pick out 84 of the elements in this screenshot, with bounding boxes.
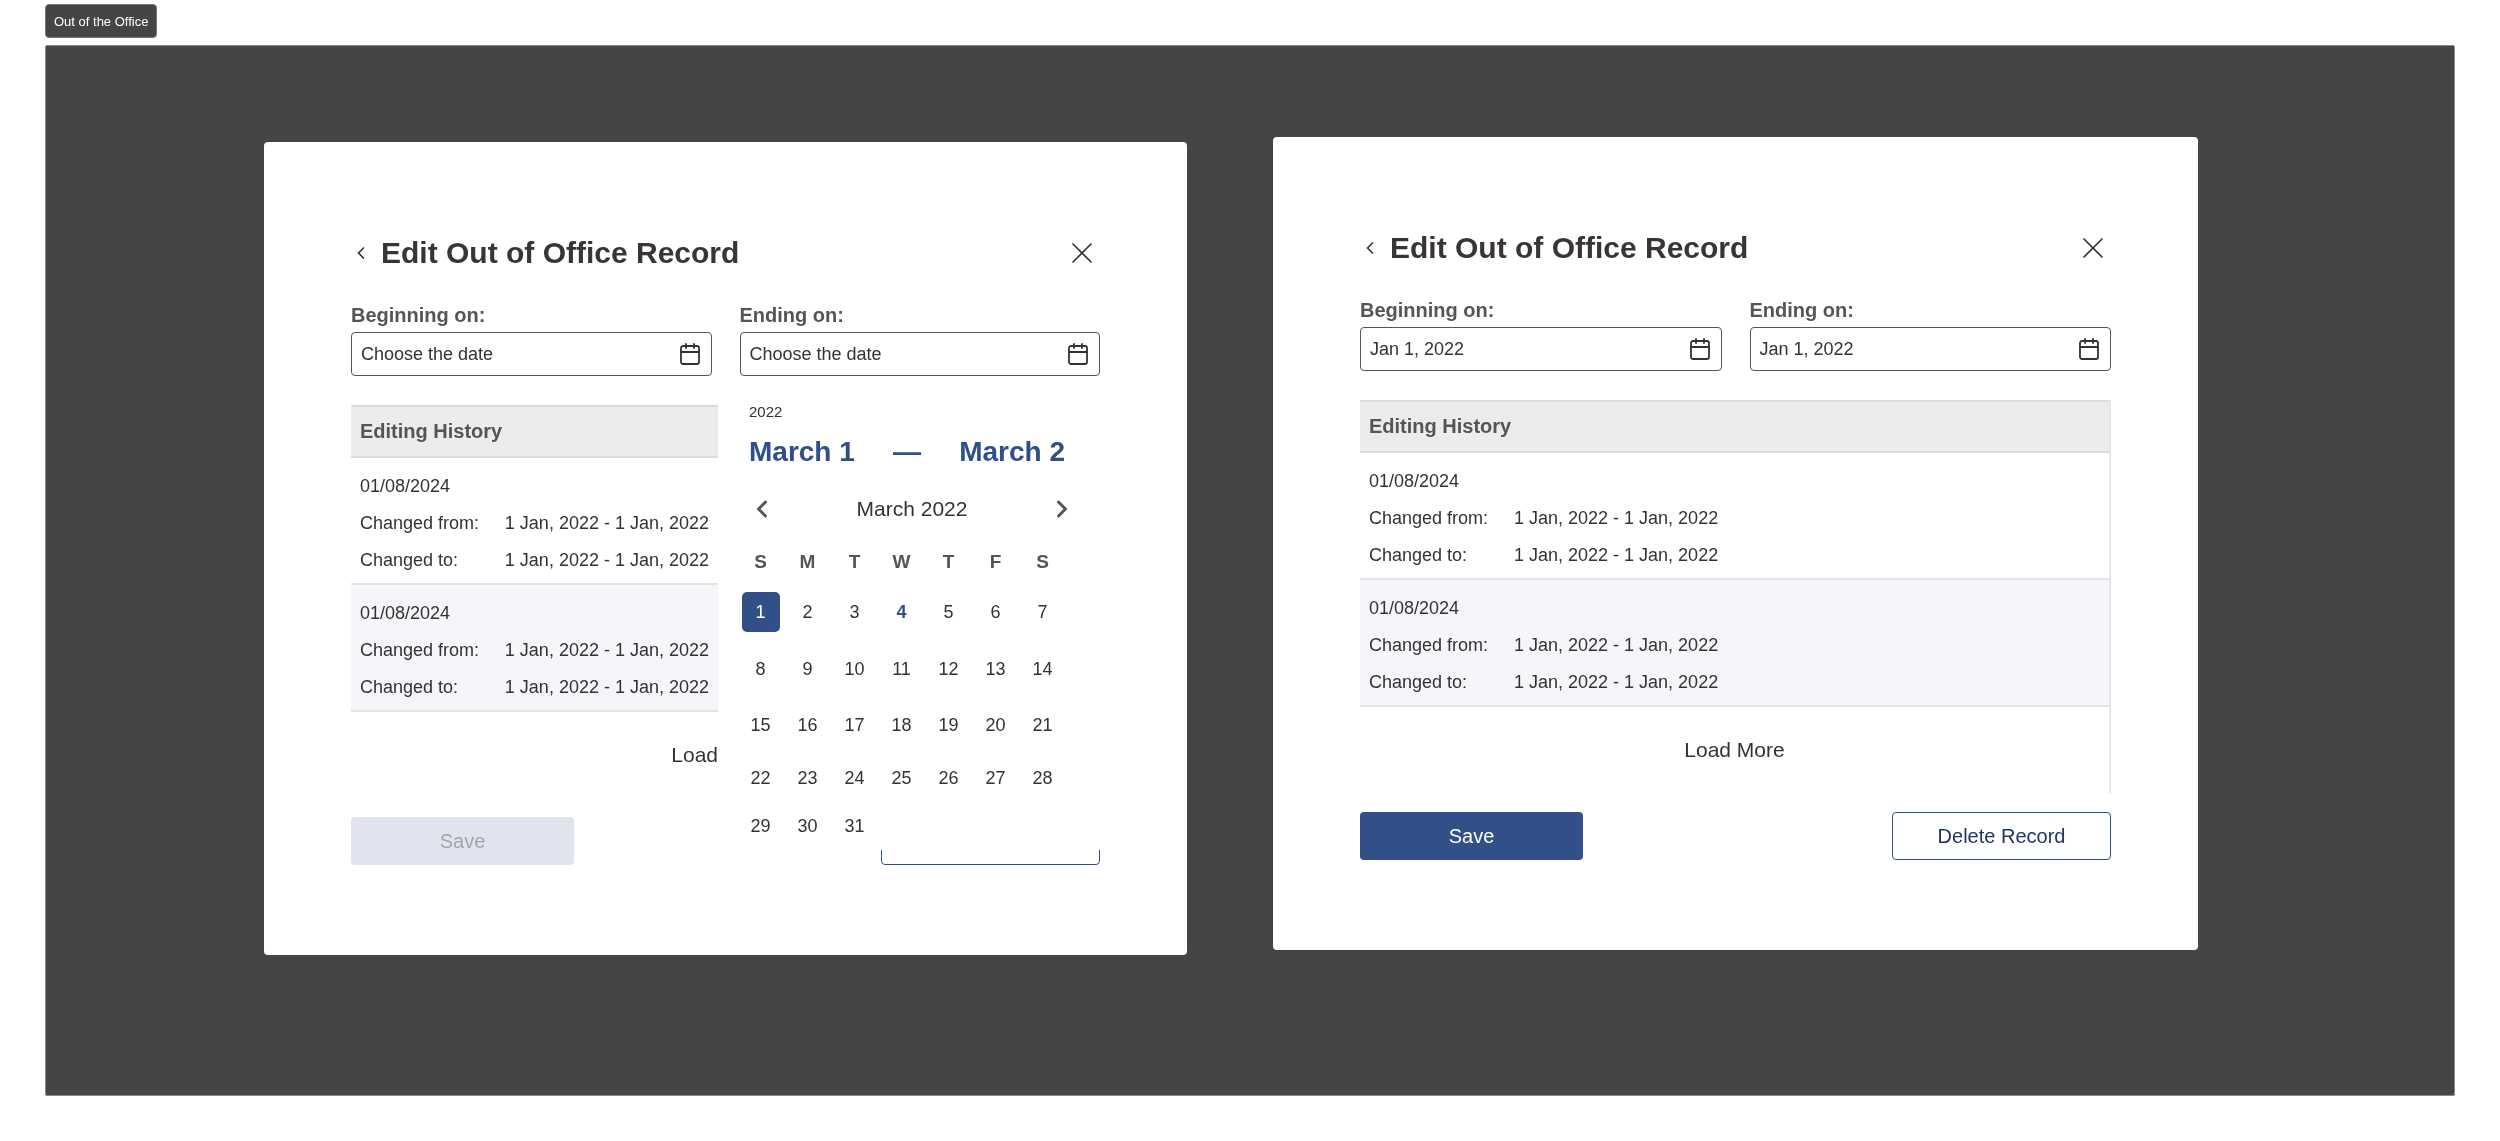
- weekday-label: S: [1035, 550, 1050, 574]
- date-field[interactable]: Jan 1, 2022: [1749, 327, 2111, 371]
- entry-date: 01/08/2024: [360, 476, 452, 497]
- calendar-day[interactable]: 17: [835, 705, 874, 745]
- page-tag: Out of the Office: [45, 4, 158, 38]
- load-more-button[interactable]: Load More: [1684, 738, 1785, 762]
- dialog-title: Edit Out of Office Record: [381, 236, 740, 270]
- calendar-day[interactable]: 10: [835, 649, 874, 689]
- change-value: 1 Jan, 2022 - 1 Jan, 2022: [1514, 545, 1719, 566]
- weekday-label: F: [988, 550, 1003, 574]
- calendar-day[interactable]: 30: [788, 806, 827, 846]
- calendar-day[interactable]: 6: [976, 592, 1015, 632]
- calendar-day[interactable]: 20: [976, 705, 1015, 745]
- delete-button[interactable]: Delete Record: [1892, 812, 2111, 860]
- calendar-icon[interactable]: [1066, 342, 1090, 366]
- date-field[interactable]: Choose the date: [739, 332, 1100, 376]
- calendar-day[interactable]: 15: [741, 705, 780, 745]
- calendar-day[interactable]: 14: [1023, 649, 1062, 689]
- change-label: Changed from:: [360, 640, 481, 661]
- field-label: Ending on:: [739, 304, 845, 327]
- weekday-label: M: [798, 550, 817, 574]
- range-end: March 2: [959, 436, 1065, 468]
- calendar-day[interactable]: 12: [929, 649, 968, 689]
- load-more-button[interactable]: Load: [671, 743, 718, 767]
- change-value: 1 Jan, 2022 - 1 Jan, 2022: [504, 513, 709, 534]
- calendar-day[interactable]: 4: [882, 592, 921, 632]
- weekday-label: T: [941, 550, 956, 574]
- change-value: 1 Jan, 2022 - 1 Jan, 2022: [504, 550, 709, 571]
- date-field[interactable]: Choose the date: [351, 332, 712, 376]
- calendar-day[interactable]: 21: [1023, 705, 1062, 745]
- calendar-day[interactable]: 2: [788, 592, 827, 632]
- date-field[interactable]: Jan 1, 2022: [1360, 327, 1722, 371]
- calendar-day[interactable]: 16: [788, 705, 827, 745]
- calendar-day[interactable]: 27: [976, 758, 1015, 798]
- weekday-label: W: [891, 550, 912, 574]
- calendar-day[interactable]: 19: [929, 705, 968, 745]
- history-header: Editing History: [351, 405, 718, 458]
- calendar-day[interactable]: 22: [741, 758, 780, 798]
- field-label: Ending on:: [1749, 299, 1855, 322]
- calendar-day[interactable]: 5: [929, 592, 968, 632]
- calendar-day[interactable]: 29: [741, 806, 780, 846]
- change-value: 1 Jan, 2022 - 1 Jan, 2022: [504, 640, 709, 661]
- change-label: Changed to:: [360, 550, 460, 571]
- calendar-month: March 2022: [856, 497, 968, 521]
- calendar-day[interactable]: 3: [835, 592, 874, 632]
- change-label: Changed to:: [360, 677, 460, 698]
- save-button[interactable]: Save: [1360, 812, 1583, 860]
- change-label: Changed from:: [1369, 635, 1490, 656]
- range-start: March 1: [749, 436, 855, 468]
- change-value: 1 Jan, 2022 - 1 Jan, 2022: [1514, 508, 1719, 529]
- entry-date: 01/08/2024: [360, 603, 452, 624]
- calendar-icon[interactable]: [677, 342, 702, 366]
- calendar-day[interactable]: 26: [929, 758, 968, 798]
- weekday-label: S: [753, 550, 768, 574]
- calendar-day[interactable]: 31: [835, 806, 874, 846]
- calendar-day[interactable]: 1: [741, 592, 780, 632]
- calendar-icon[interactable]: [2077, 337, 2101, 361]
- calendar-year: 2022: [748, 403, 784, 420]
- calendar-day[interactable]: 11: [882, 649, 921, 689]
- field-label: Beginning on:: [1360, 299, 1496, 322]
- calendar-day[interactable]: 8: [741, 649, 780, 689]
- calendar-day[interactable]: 13: [976, 649, 1015, 689]
- field-label: Beginning on:: [351, 304, 487, 327]
- calendar-day[interactable]: 23: [788, 758, 827, 798]
- change-label: Changed from:: [1369, 508, 1490, 529]
- calendar-day[interactable]: 24: [835, 758, 874, 798]
- calendar-day[interactable]: 7: [1023, 592, 1062, 632]
- range-separator: —: [893, 436, 921, 468]
- change-label: Changed to:: [1369, 545, 1469, 566]
- change-value: 1 Jan, 2022 - 1 Jan, 2022: [1514, 635, 1719, 656]
- change-value: 1 Jan, 2022 - 1 Jan, 2022: [504, 677, 709, 698]
- change-value: 1 Jan, 2022 - 1 Jan, 2022: [1514, 672, 1719, 693]
- dialog-title: Edit Out of Office Record: [1390, 231, 1749, 265]
- calendar-icon[interactable]: [1687, 337, 1712, 361]
- calendar-day[interactable]: 18: [882, 705, 921, 745]
- entry-date: 01/08/2024: [1369, 598, 1461, 619]
- history-header: Editing History: [1360, 400, 2109, 453]
- calendar-day[interactable]: 28: [1023, 758, 1062, 798]
- entry-date: 01/08/2024: [1369, 471, 1461, 492]
- change-label: Changed from:: [360, 513, 481, 534]
- calendar-day[interactable]: 9: [788, 649, 827, 689]
- weekday-label: T: [847, 550, 862, 574]
- change-label: Changed to:: [1369, 672, 1469, 693]
- calendar-day[interactable]: 25: [882, 758, 921, 798]
